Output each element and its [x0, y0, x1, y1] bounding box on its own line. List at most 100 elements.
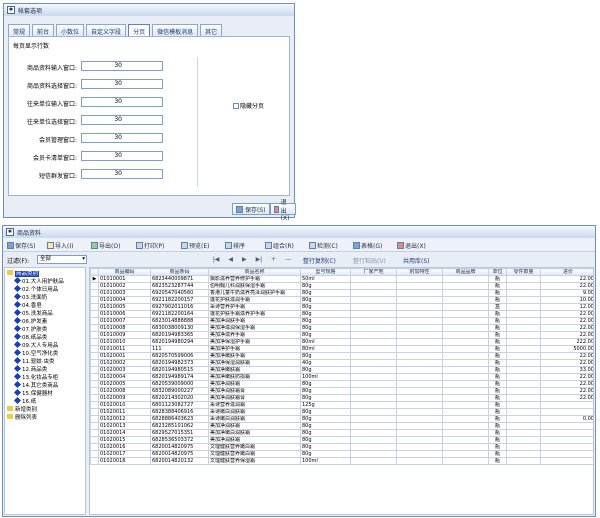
table-cell[interactable]: 美加净保湿润肤霜: [208, 359, 301, 367]
table-row[interactable]: 01020017 6820014820975 文理健肤营养嫩白霜 80g 瓶: [90, 450, 593, 458]
table-cell[interactable]: [396, 401, 443, 409]
table-cell[interactable]: [396, 415, 443, 423]
table-cell[interactable]: 瓶: [488, 422, 507, 430]
exit-tool[interactable]: 退出(X): [397, 241, 426, 250]
table-cell[interactable]: 80g: [300, 317, 351, 325]
table-cell[interactable]: 111: [150, 345, 209, 353]
row-indicator[interactable]: [90, 443, 99, 451]
table-row[interactable]: 01010007 6823014888888 美加净润肤手霜 80g 瓶 22.00: [90, 317, 593, 325]
table-cell[interactable]: [396, 373, 443, 381]
table-cell[interactable]: 瓶: [488, 401, 507, 409]
row-indicator[interactable]: [90, 352, 99, 360]
group-tool[interactable]: 组合(R): [265, 241, 294, 250]
chevron-down-icon[interactable]: ▾: [82, 256, 85, 263]
partner-input-rows-field[interactable]: 30: [81, 97, 163, 107]
print-tool[interactable]: 打印(P): [136, 241, 164, 250]
table-cell[interactable]: [442, 282, 489, 290]
table-cell[interactable]: 22.00: [540, 359, 593, 367]
table-cell[interactable]: 125g: [300, 401, 351, 409]
table-row[interactable]: 01020004 6820194989174 美加净嫩肤防损霜 100ml 瓶 22.00: [90, 373, 593, 381]
table-cell[interactable]: [350, 394, 397, 402]
sms-rows-field[interactable]: 30: [81, 169, 163, 179]
table-cell[interactable]: 01010001: [98, 275, 151, 283]
table-cell[interactable]: 莲花护肤手霜滋养护手霜: [208, 310, 301, 318]
table-cell[interactable]: 瓶: [488, 275, 507, 283]
table-cell[interactable]: 22.00: [540, 310, 593, 318]
table-cell[interactable]: 80g: [300, 289, 351, 297]
row-indicator[interactable]: [90, 408, 99, 416]
table-cell[interactable]: 6828388406916: [150, 408, 209, 416]
preview-tool[interactable]: 预览(E): [181, 241, 209, 250]
table-cell[interactable]: 80ml: [300, 338, 351, 346]
table-cell[interactable]: 80g: [300, 429, 351, 437]
table-cell[interactable]: 6921182200164: [150, 310, 209, 318]
col-header[interactable]: 零件数量: [506, 268, 541, 276]
table-cell[interactable]: [506, 352, 541, 360]
table-cell[interactable]: [396, 296, 443, 304]
row-indicator[interactable]: [90, 359, 99, 367]
table-cell[interactable]: 6823440009871: [150, 275, 209, 283]
table-cell[interactable]: [506, 401, 541, 409]
hide-paging-checkbox[interactable]: 隐藏分页: [233, 101, 264, 110]
table-cell[interactable]: 100ml: [300, 373, 351, 381]
table-cell[interactable]: [442, 408, 489, 416]
copy-row-link[interactable]: 整行复制(C): [303, 256, 336, 265]
table-cell[interactable]: 6820194983365: [150, 331, 209, 339]
table-cell[interactable]: [540, 436, 593, 444]
table-row[interactable]: 01020012 6828886403623 采诗嫩白润肤霜 80g 瓶 0.00: [90, 415, 593, 423]
table-row[interactable]: 01020014 6829527015351 美加净嫩白润肤霜 80g 瓶: [90, 429, 593, 437]
table-cell[interactable]: [442, 380, 489, 388]
row-indicator[interactable]: [90, 387, 99, 395]
table-cell[interactable]: [442, 436, 489, 444]
table-cell[interactable]: 01010007: [98, 317, 151, 325]
table-cell[interactable]: 瓶: [488, 331, 507, 339]
table-cell[interactable]: [396, 317, 443, 325]
table-cell[interactable]: 文理健肤营养嫩白霜: [208, 443, 301, 451]
table-cell[interactable]: [396, 282, 443, 290]
table-cell[interactable]: [506, 324, 541, 332]
table-row[interactable]: 01010003 6920547040560 香港儿童牛奶滋养亮泽润肤护手霜 80g 瓶…: [90, 289, 593, 297]
table-cell[interactable]: 01020010: [98, 401, 151, 409]
filter-select[interactable]: 全部 ▾: [37, 255, 87, 264]
table-cell[interactable]: 12.00: [540, 303, 593, 311]
table-row[interactable]: 01010002 6823523287744 伯明翰儿科润肤保湿手霜 80g 瓶 22.0…: [90, 282, 593, 290]
table-cell[interactable]: 6830038009130: [150, 324, 209, 332]
table-cell[interactable]: [506, 436, 541, 444]
table-cell[interactable]: [506, 338, 541, 346]
table-cell[interactable]: [350, 275, 397, 283]
table-cell[interactable]: [350, 359, 397, 367]
table-cell[interactable]: 01010006: [98, 310, 151, 318]
table-cell[interactable]: [540, 422, 593, 430]
table-cell[interactable]: 6820014820975: [150, 450, 209, 458]
table-row[interactable]: 01020011 6828388406916 采诗嫩白润肤霜 80g 瓶: [90, 408, 593, 416]
table-cell[interactable]: 6820194980515: [150, 366, 209, 374]
table-cell[interactable]: 伯明翰儿科润肤保湿手霜: [208, 282, 301, 290]
table-cell[interactable]: 80g: [300, 324, 351, 332]
table-cell[interactable]: 01010005: [98, 303, 151, 311]
add-record-icon[interactable]: +: [271, 256, 276, 263]
col-header[interactable]: 商品条码: [150, 268, 209, 276]
table-cell[interactable]: 40g: [300, 359, 351, 367]
table-cell[interactable]: [442, 429, 489, 437]
table-cell[interactable]: 瓶: [488, 366, 507, 374]
table-cell[interactable]: 美加净滋润保湿手霜: [208, 324, 301, 332]
row-indicator[interactable]: [90, 436, 99, 444]
table-row[interactable]: 01010010 6820194980294 美加净保湿护手霜 80ml 瓶 222.00: [90, 338, 593, 346]
table-cell[interactable]: 飘影滋养营养修护手霜: [208, 275, 301, 283]
exit-button[interactable]: 退出(X): [270, 199, 296, 222]
table-row[interactable]: 01010006 6921182200164 莲花护肤手霜滋养护手霜 80g 瓶 22.0…: [90, 310, 593, 318]
table-cell[interactable]: 9.00: [540, 289, 593, 297]
table-row[interactable]: 01010004 6921182200157 莲花护肤滋润手霜 80g 瓶 10.00: [90, 296, 593, 304]
table-cell[interactable]: [442, 401, 489, 409]
table-cell[interactable]: [350, 373, 397, 381]
row-indicator[interactable]: [90, 380, 99, 388]
row-indicator[interactable]: [90, 303, 99, 311]
table-cell[interactable]: 瓶: [488, 352, 507, 360]
table-cell[interactable]: 6823523287744: [150, 282, 209, 290]
table-row[interactable]: 01020002 6820194982373 美加净保湿润肤霜 40g 瓶 22.00: [90, 359, 593, 367]
table-cell[interactable]: [396, 422, 443, 430]
table-cell[interactable]: 美加净嫩白润肤霜: [208, 429, 301, 437]
table-cell[interactable]: 美加净嫩肤霜: [208, 366, 301, 374]
table-cell[interactable]: 22.00: [540, 394, 593, 402]
table-cell[interactable]: 80g: [300, 387, 351, 395]
